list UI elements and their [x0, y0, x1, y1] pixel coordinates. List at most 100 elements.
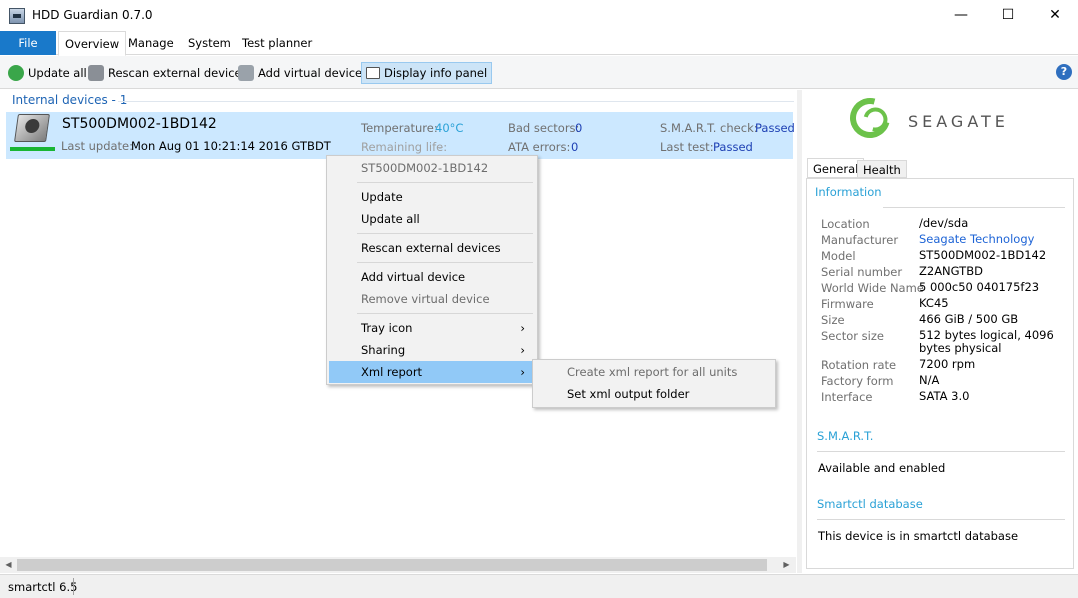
- info-label-form-factor: Factory form: [821, 374, 894, 388]
- temperature-value: 40°C: [435, 121, 464, 135]
- menu-item-xml-report[interactable]: Xml report ›: [329, 361, 535, 383]
- brand-logo-text: SEAGATE: [908, 112, 1009, 131]
- info-label-interface: Interface: [821, 390, 873, 404]
- menu-separator: [357, 182, 533, 183]
- group-header-internal: Internal devices - 1: [12, 93, 128, 107]
- tab-test-planner[interactable]: Test planner: [236, 31, 318, 55]
- menu-item-sharing[interactable]: Sharing ›: [329, 339, 535, 361]
- status-smartctl-version: smartctl 6.5: [8, 580, 78, 594]
- info-content-box: Information Location /dev/sda Manufactur…: [806, 178, 1074, 569]
- refresh-icon: [8, 65, 24, 81]
- panel-icon: [366, 67, 380, 79]
- rescan-external-button[interactable]: Rescan external devices: [88, 62, 248, 84]
- info-label-manufacturer: Manufacturer: [821, 233, 899, 247]
- ata-errors-label: ATA errors:: [508, 140, 571, 154]
- add-virtual-device-button[interactable]: Add virtual device: [238, 62, 362, 84]
- temperature-label: Temperature:: [361, 121, 438, 135]
- smart-check-value: Passed: [755, 121, 795, 135]
- info-value-form-factor: N/A: [919, 373, 940, 387]
- info-value-rotation: 7200 rpm: [919, 357, 976, 371]
- menu-item-xml-report-label: Xml report: [361, 365, 423, 379]
- remaining-life-value: -: [438, 140, 443, 154]
- info-label-size: Size: [821, 313, 845, 327]
- menu-item-add-virtual[interactable]: Add virtual device: [329, 266, 535, 288]
- horizontal-scrollbar[interactable]: ◀ ▶: [0, 557, 796, 573]
- info-value-serial: Z2ANGTBD: [919, 264, 983, 278]
- info-value-interface: SATA 3.0: [919, 389, 970, 403]
- info-label-wwn: World Wide Name: [821, 281, 924, 295]
- context-menu-header: ST500DM002-1BD142: [361, 161, 489, 175]
- info-label-serial: Serial number: [821, 265, 903, 279]
- info-value-wwn: 5 000c50 040175f23: [919, 280, 1040, 294]
- bad-sectors-label: Bad sectors:: [508, 121, 580, 135]
- information-section-title: Information: [815, 185, 882, 199]
- add-drive-icon: [238, 65, 254, 81]
- menu-item-update-all[interactable]: Update all: [329, 208, 535, 230]
- menu-bar: File Overview Manage System Test planner: [0, 31, 1078, 56]
- last-test-value: Passed: [713, 140, 753, 154]
- menu-separator: [357, 313, 533, 314]
- last-update-value: Mon Aug 01 10:21:14 2016 GTBDT: [131, 139, 331, 153]
- tab-manage[interactable]: Manage: [122, 31, 180, 55]
- info-value-location: /dev/sda: [919, 216, 969, 230]
- information-divider: [883, 207, 1065, 208]
- last-test-label: Last test:: [660, 140, 714, 154]
- rescan-drive-icon: [88, 65, 104, 81]
- maximize-button[interactable]: ☐: [985, 0, 1031, 31]
- smartctl-db-divider: [817, 519, 1065, 520]
- menu-item-set-xml-folder[interactable]: Set xml output folder: [535, 383, 773, 405]
- tab-overview[interactable]: Overview: [58, 31, 127, 56]
- context-menu: ST500DM002-1BD142 Update Update all Resc…: [326, 155, 538, 385]
- display-info-panel-button[interactable]: Display info panel: [361, 62, 493, 84]
- menu-item-sharing-label: Sharing: [361, 343, 406, 357]
- info-label-location: Location: [821, 217, 870, 231]
- info-value-manufacturer-link[interactable]: Seagate Technology: [919, 233, 1069, 246]
- health-bar: [10, 147, 55, 151]
- info-value-firmware: KC45: [919, 296, 949, 310]
- menu-item-update[interactable]: Update: [329, 186, 535, 208]
- menu-item-tray-icon[interactable]: Tray icon ›: [329, 317, 535, 339]
- xml-report-submenu: Create xml report for all units Set xml …: [532, 359, 776, 408]
- device-name: ST500DM002-1BD142: [62, 116, 217, 132]
- info-label-firmware: Firmware: [821, 297, 874, 311]
- info-value-model: ST500DM002-1BD142: [919, 248, 1047, 262]
- chevron-right-icon: ›: [520, 321, 525, 335]
- menu-separator: [357, 262, 533, 263]
- status-bar: smartctl 6.5: [0, 574, 1078, 598]
- last-update-label: Last update:: [61, 139, 134, 153]
- seagate-logo-icon: [842, 90, 898, 146]
- tab-general[interactable]: General: [807, 158, 865, 178]
- smart-section-title: S.M.A.R.T.: [817, 429, 874, 443]
- tab-health[interactable]: Health: [857, 160, 907, 178]
- chevron-right-icon: ›: [520, 365, 525, 379]
- minimize-button[interactable]: —: [938, 0, 984, 31]
- menu-item-create-xml-report: Create xml report for all units: [567, 365, 738, 379]
- file-menu-button[interactable]: File: [0, 31, 56, 55]
- menu-item-tray-icon-label: Tray icon: [361, 321, 413, 335]
- smart-check-label: S.M.A.R.T. check:: [660, 121, 758, 135]
- update-all-button[interactable]: Update all: [8, 62, 87, 84]
- menu-item-rescan[interactable]: Rescan external devices: [329, 237, 535, 259]
- group-divider: [118, 101, 794, 102]
- smart-status-text: Available and enabled: [818, 461, 946, 475]
- scroll-right-arrow-icon[interactable]: ▶: [778, 557, 795, 573]
- info-label-model: Model: [821, 249, 856, 263]
- hard-disk-icon: [14, 114, 50, 142]
- scroll-left-arrow-icon[interactable]: ◀: [0, 557, 17, 573]
- title-bar: HDD Guardian 0.7.0 — ☐ ✕: [0, 0, 1078, 31]
- app-hdd-icon: [9, 8, 25, 24]
- device-row[interactable]: ST500DM002-1BD142 Last update: Mon Aug 0…: [6, 112, 795, 159]
- info-label-sector-size: Sector size: [821, 329, 884, 343]
- info-value-sector-size: 512 bytes logical, 4096 bytes physical: [919, 328, 1054, 355]
- smartctl-db-text: This device is in smartctl database: [818, 529, 1019, 543]
- toolbar: Update all Rescan external devices Add v…: [0, 56, 1078, 89]
- remaining-life-label: Remaining life:: [361, 140, 448, 154]
- info-label-rotation: Rotation rate: [821, 358, 897, 372]
- close-button[interactable]: ✕: [1032, 0, 1078, 31]
- tab-system[interactable]: System: [182, 31, 237, 55]
- smart-divider: [817, 451, 1065, 452]
- scroll-thumb[interactable]: [17, 559, 767, 571]
- menu-separator: [357, 233, 533, 234]
- bad-sectors-value: 0: [575, 121, 583, 135]
- help-icon[interactable]: ?: [1056, 64, 1072, 80]
